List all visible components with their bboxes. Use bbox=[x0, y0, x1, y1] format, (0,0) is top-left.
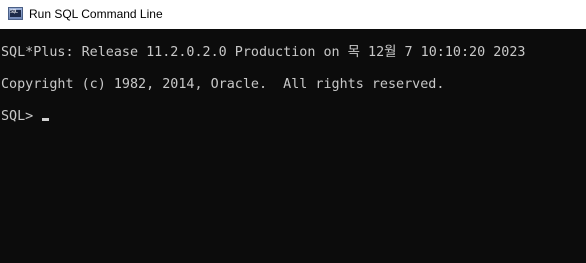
sql-prompt: SQL> bbox=[1, 109, 42, 124]
console-area[interactable]: SQL*Plus: Release 11.2.0.2.0 Production … bbox=[0, 29, 586, 263]
text-cursor bbox=[42, 118, 50, 121]
app-icon-label: SQL bbox=[10, 9, 18, 15]
copyright-line: Copyright (c) 1982, 2014, Oracle. All ri… bbox=[1, 77, 445, 92]
banner-line: SQL*Plus: Release 11.2.0.2.0 Production … bbox=[1, 45, 526, 60]
window-title: Run SQL Command Line bbox=[29, 7, 163, 21]
sqlplus-app-icon: SQL bbox=[8, 7, 23, 20]
command-line[interactable]: SQL> bbox=[1, 109, 50, 125]
title-bar[interactable]: SQL Run SQL Command Line bbox=[0, 0, 586, 29]
sqlplus-window: SQL Run SQL Command Line SQL*Plus: Relea… bbox=[0, 0, 586, 263]
